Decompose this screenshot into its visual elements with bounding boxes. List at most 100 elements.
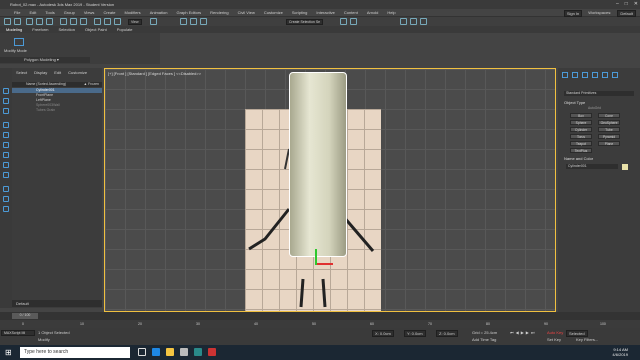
tab-freeform[interactable]: Freeform [32,27,48,32]
selection-set-dropdown[interactable]: Create Selection Se [286,19,324,25]
task-view-icon[interactable] [138,348,146,356]
front-viewport[interactable]: [+] [Front ] [Standard ] [Edged Faces ] … [104,68,556,312]
polygon-modeling-bar[interactable]: Polygon Modeling ▾ [0,57,90,63]
pyramid-button[interactable]: Pyramid [598,134,620,139]
cylinder-object[interactable] [289,72,347,257]
menu-scripting[interactable]: Scripting [292,10,308,15]
rotate-icon[interactable] [104,18,111,25]
set-key-button[interactable]: Set Key [547,337,561,342]
lights-filter-icon[interactable] [3,142,9,148]
tab-populate[interactable]: Populate [117,27,133,32]
hierarchy-tab-icon[interactable] [582,72,588,78]
maximize-button[interactable]: □ [625,1,628,7]
scene-tab-select[interactable]: Select [16,70,27,75]
render-setup-icon[interactable] [410,18,417,25]
scene-tab-edit[interactable]: Edit [54,70,61,75]
display-tab-icon[interactable] [602,72,608,78]
store-icon[interactable] [180,348,188,356]
add-time-tag-button[interactable]: Add Time Tag [472,337,496,342]
menu-tools[interactable]: Tools [45,10,54,15]
menu-arnold[interactable]: Arnold [367,10,379,15]
select-object-icon[interactable] [60,18,67,25]
bones-filter-icon[interactable] [3,206,9,212]
file-explorer-icon[interactable] [166,348,174,356]
percent-snap-icon[interactable] [200,18,207,25]
app-icon[interactable] [208,348,216,356]
menu-create[interactable]: Create [103,10,115,15]
selected-dropdown[interactable]: Selected [566,330,588,337]
torus-button[interactable]: Torus [570,134,592,139]
mirror-icon[interactable] [340,18,347,25]
geosphere-button[interactable]: GeoSphere [598,120,620,125]
cylinder-button[interactable]: Cylinder [570,127,592,132]
sphere-button[interactable]: Sphere [570,120,592,125]
scene-tab-display[interactable]: Display [34,70,47,75]
menu-civil-view[interactable]: Civil View [238,10,255,15]
menu-animation[interactable]: Animation [150,10,168,15]
object-name-field[interactable]: Cylinder001 [566,164,618,169]
bind-space-warp-icon[interactable] [46,18,53,25]
menu-file[interactable]: File [14,10,20,15]
workspace-dropdown[interactable]: Default [617,10,636,17]
minimize-button[interactable]: – [616,1,619,7]
redo-icon[interactable] [14,18,21,25]
material-editor-icon[interactable] [400,18,407,25]
gizmo-x-axis[interactable] [317,263,333,265]
go-to-start-icon[interactable]: ⏮ [510,330,514,335]
menu-views[interactable]: Views [84,10,95,15]
menu-edit[interactable]: Edit [29,10,36,15]
x-coordinate-field[interactable]: X: 0.0cm [372,330,394,337]
geometry-filter-icon[interactable] [3,122,9,128]
menu-customize[interactable]: Customize [264,10,283,15]
z-coordinate-field[interactable]: Z: 0.0cm [436,330,458,337]
name-color-heading[interactable]: Name and Color [564,156,593,161]
tab-selection[interactable]: Selection [58,27,74,32]
menu-content[interactable]: Content [344,10,358,15]
layer-dropdown[interactable]: Default [12,300,102,307]
modify-tab-icon[interactable] [572,72,578,78]
menu-interactive[interactable]: Interactive [316,10,334,15]
menu-rendering[interactable]: Rendering [210,10,228,15]
snaps-toggle-icon[interactable] [180,18,187,25]
previous-frame-icon[interactable]: ◀ [516,330,519,335]
auto-key-button[interactable]: Auto Key [547,330,563,335]
tab-object-paint[interactable]: Object Paint [85,27,107,32]
rect-selection-icon[interactable] [80,18,87,25]
scale-icon[interactable] [114,18,121,25]
teapot-button[interactable]: Teapot [570,141,592,146]
align-icon[interactable] [350,18,357,25]
key-filters-button[interactable]: Key Filters... [576,337,598,342]
spacewarps-filter-icon[interactable] [3,172,9,178]
taskbar-search-input[interactable]: Type here to search [20,347,130,358]
track-bar-ruler[interactable]: 0 10 20 30 40 50 60 70 80 90 100 [0,320,640,328]
menu-group[interactable]: Group [64,10,75,15]
primitive-category-dropdown[interactable]: Standard Primitives [564,91,634,96]
menu-modifiers[interactable]: Modifiers [124,10,140,15]
reference-coord-dropdown[interactable]: View [128,19,142,25]
move-icon[interactable] [94,18,101,25]
helpers-filter-icon[interactable] [3,162,9,168]
menu-graph-editors[interactable]: Graph Editors [176,10,201,15]
select-by-name-icon[interactable] [70,18,77,25]
play-icon[interactable]: ▶ [521,330,524,335]
utilities-tab-icon[interactable] [612,72,618,78]
tube-button[interactable]: Tube [598,127,620,132]
viewport-label[interactable]: [+] [Front ] [Standard ] [Edged Faces ] … [108,71,201,76]
sign-in-button[interactable]: Sign In [563,10,583,17]
tab-modeling[interactable]: Modeling [6,27,22,32]
undo-icon[interactable] [4,18,11,25]
object-type-heading[interactable]: Object Type [564,100,585,105]
time-slider-thumb[interactable]: 0 / 100 [12,313,38,319]
box-button[interactable]: Box [570,113,592,118]
maxscript-listener[interactable]: MAXScript Mi [1,330,35,336]
link-icon[interactable] [26,18,33,25]
scene-tab-customize[interactable]: Customize [68,70,87,75]
system-clock[interactable]: 9:14 AM 4/6/2019 [612,347,628,357]
time-slider[interactable]: 0 / 100 [0,312,640,320]
display-all-icon[interactable] [3,98,9,104]
scene-row[interactable]: Tubes Grain [12,108,102,113]
object-color-swatch[interactable] [622,164,628,170]
shapes-filter-icon[interactable] [3,132,9,138]
modify-mode-icon[interactable] [14,38,24,46]
plane-button[interactable]: Plane [598,141,620,146]
